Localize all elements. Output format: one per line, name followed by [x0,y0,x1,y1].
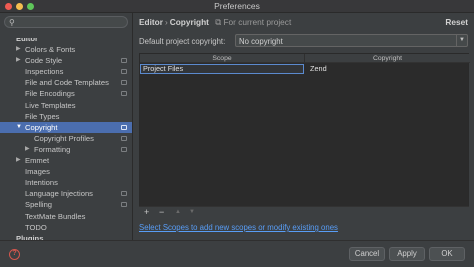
sidebar-item-spelling[interactable]: Spelling [0,199,132,210]
sidebar-item-copyright-profiles[interactable]: Copyright Profiles [0,133,132,144]
table-row[interactable]: Project Files Zend [140,64,470,74]
column-header-copyright[interactable]: Copyright [305,54,470,63]
sidebar-item-label: Images [25,167,50,177]
project-scope-icon [121,146,127,152]
sidebar-item-label: Spelling [25,200,53,210]
sidebar-item-code-style[interactable]: ▶ Code Style [0,55,132,66]
column-header-scope[interactable]: Scope [140,54,305,63]
chevron-right-icon[interactable]: ▶ [25,144,30,155]
project-scope-icon [121,58,127,64]
sidebar-item-label: File and Code Templates [25,78,109,88]
scope-copyright-table: Scope Copyright Project Files Zend [139,53,470,212]
move-up-icon[interactable]: ▲ [175,207,181,218]
sidebar-item-textmate-bundles[interactable]: TextMate Bundles [0,211,132,222]
sidebar-item-label: Emmet [25,156,50,166]
sidebar-item-label: Code Style [25,56,63,66]
help-icon[interactable]: ? [9,249,20,260]
select-scopes-link-text[interactable]: Select Scopes to add new scopes or modif… [139,223,338,232]
sidebar-item-live-templates[interactable]: Live Templates [0,100,132,111]
project-scope-icon [121,124,127,130]
sidebar-item-inspections[interactable]: Inspections [0,66,132,77]
sidebar-item-file-encodings[interactable]: File Encodings [0,88,132,99]
breadcrumb-separator: › [164,17,168,27]
window-title: Preferences [214,1,260,11]
move-down-icon[interactable]: ▼ [189,207,195,218]
project-scope-icon [121,202,127,208]
chevron-right-icon[interactable]: ▶ [16,44,21,55]
project-scope-icon [121,135,127,141]
sidebar-item-file-types[interactable]: File Types [0,111,132,122]
breadcrumb: Editor › Copyright ⧉ For current project [139,17,291,28]
sidebar-item-file-and-code-templates[interactable]: File and Code Templates [0,77,132,88]
chevron-right-icon[interactable]: ▶ [16,55,21,66]
sidebar-item-label: Formatting [34,144,71,154]
default-copyright-value: No copyright [239,37,283,46]
sidebar-item-label: File Types [25,111,60,121]
sidebar-item-label: Plugins [16,233,44,240]
breadcrumb-page: Copyright [169,17,209,27]
sidebar-item-label: Intentions [25,178,58,188]
scope-cell[interactable]: Project Files [140,64,304,74]
tree-scroll-mask [0,34,132,38]
dialog-footer: ? Cancel Apply OK [0,240,474,267]
chevron-right-icon[interactable]: ▶ [16,155,21,166]
sidebar-item-label: Copyright Profiles [34,133,94,143]
settings-sidebar: ⚲ Editor ▶ Colors & Fonts ▶ Code Style Inspec… [0,13,133,240]
copyright-cell[interactable]: Zend [308,64,468,74]
sidebar-item-intentions[interactable]: Intentions [0,177,132,188]
settings-tree: Editor ▶ Colors & Fonts ▶ Code Style Inspecti… [0,33,132,240]
sidebar-item-label: Colors & Fonts [25,45,76,55]
add-icon[interactable]: + [144,207,149,218]
search-input[interactable] [19,17,125,27]
sidebar-item-label: Language Injections [25,189,93,199]
copyright-settings-panel: Editor › Copyright ⧉ For current project R… [134,13,474,240]
apply-button[interactable]: Apply [389,247,425,261]
sidebar-group-plugins[interactable]: Plugins [0,233,132,240]
project-scope-icon [121,80,127,86]
sidebar-item-emmet[interactable]: ▶ Emmet [0,155,132,166]
table-toolbar: + − ▲ ▼ [139,206,469,218]
chevron-down-icon[interactable]: ▼ [16,122,22,133]
cancel-button[interactable]: Cancel [349,247,385,261]
sidebar-item-copyright[interactable]: ▼ Copyright [0,121,132,133]
ok-button[interactable]: OK [429,247,465,261]
sidebar-item-label: Inspections [25,67,64,77]
select-scopes-link[interactable]: Select Scopes to add new scopes or modif… [139,223,338,232]
title-bar: Preferences [0,0,474,13]
search-icon: ⚲ [9,18,15,27]
sidebar-item-label: TODO [25,222,47,232]
sidebar-item-label: TextMate Bundles [25,211,86,221]
project-scope-icon [121,69,127,75]
settings-search[interactable]: ⚲ [4,16,128,28]
sidebar-item-language-injections[interactable]: Language Injections [0,188,132,199]
reset-link[interactable]: Reset [445,17,468,27]
sidebar-item-images[interactable]: Images [0,166,132,177]
default-copyright-select[interactable]: No copyright ▼ [235,34,468,47]
project-scope-label: For current project [223,17,292,27]
breadcrumb-section: Editor [139,17,163,27]
sidebar-item-label: Copyright [25,122,58,132]
sidebar-item-todo[interactable]: TODO [0,222,132,233]
chevron-down-icon[interactable]: ▼ [456,35,467,46]
default-copyright-label: Default project copyright: [139,37,226,46]
remove-icon[interactable]: − [159,207,164,218]
sidebar-item-label: Live Templates [25,100,76,110]
project-scope-icon [121,91,127,97]
sidebar-item-formatting[interactable]: ▶ Formatting [0,144,132,155]
project-scope-icon [121,191,127,197]
sidebar-item-colors-fonts[interactable]: ▶ Colors & Fonts [0,44,132,55]
project-scope-note: ⧉ For current project [215,17,291,27]
sidebar-item-label: File Encodings [25,89,75,99]
table-header: Scope Copyright [140,54,470,63]
